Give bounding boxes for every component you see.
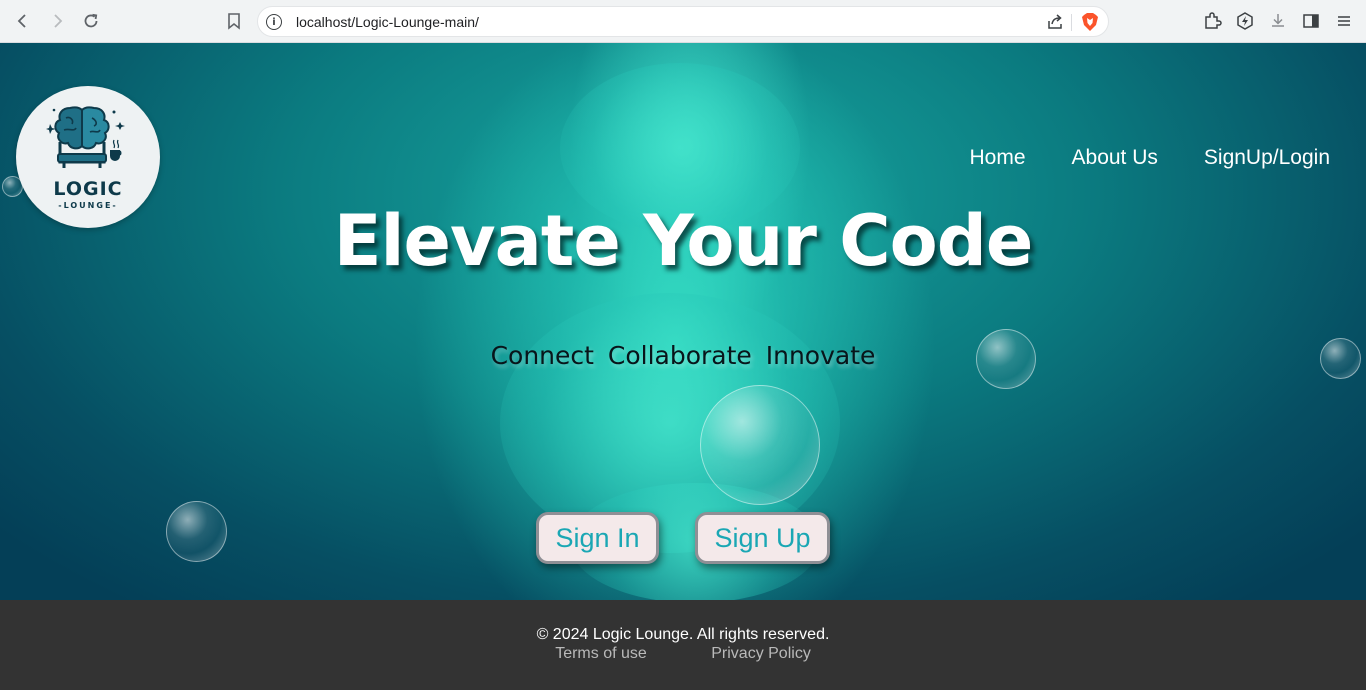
- menu-icon[interactable]: [1334, 11, 1354, 31]
- share-icon[interactable]: [1046, 13, 1064, 31]
- nav-signup-login[interactable]: SignUp/Login: [1204, 146, 1330, 170]
- download-icon[interactable]: [1268, 11, 1288, 31]
- back-icon[interactable]: [12, 10, 34, 32]
- nav-home[interactable]: Home: [969, 146, 1025, 170]
- reload-icon[interactable]: [80, 10, 102, 32]
- main-nav: Home About Us SignUp/Login: [923, 146, 1330, 170]
- footer: © 2024 Logic Lounge. All rights reserved…: [0, 600, 1366, 690]
- sidebar-icon[interactable]: [1301, 11, 1321, 31]
- bubble-decoration: [166, 501, 227, 562]
- footer-links: Terms of use Privacy Policy: [0, 645, 1366, 663]
- logo-title: LOGIC: [53, 178, 123, 200]
- browser-toolbar: i localhost/Logic-Lounge-main/: [0, 0, 1366, 43]
- bookmark-icon[interactable]: [224, 11, 244, 31]
- address-bar[interactable]: i localhost/Logic-Lounge-main/: [257, 6, 1109, 37]
- brave-shield-icon[interactable]: [1080, 12, 1100, 32]
- url-text[interactable]: localhost/Logic-Lounge-main/: [296, 14, 479, 30]
- footer-copyright: © 2024 Logic Lounge. All rights reserved…: [536, 626, 830, 643]
- footer-terms-link[interactable]: Terms of use: [555, 645, 647, 662]
- leo-icon[interactable]: [1235, 11, 1255, 31]
- hero-headline: Elevate Your Code: [333, 200, 1034, 282]
- forward-icon[interactable]: [46, 10, 68, 32]
- hero-section: LOGIC -LOUNGE- Home About Us SignUp/Logi…: [0, 43, 1366, 600]
- sign-in-button[interactable]: Sign In: [536, 512, 659, 564]
- footer-privacy-link[interactable]: Privacy Policy: [711, 645, 811, 662]
- extensions-icon[interactable]: [1202, 11, 1222, 31]
- hero-tagline: Connect Collaborate Innovate: [490, 341, 876, 370]
- divider: [1071, 14, 1072, 31]
- brain-chair-icon: [46, 106, 125, 168]
- nav-about-us[interactable]: About Us: [1072, 146, 1158, 170]
- site-info-icon[interactable]: i: [266, 14, 282, 30]
- sign-up-button[interactable]: Sign Up: [695, 512, 830, 564]
- bubble-decoration: [700, 385, 820, 505]
